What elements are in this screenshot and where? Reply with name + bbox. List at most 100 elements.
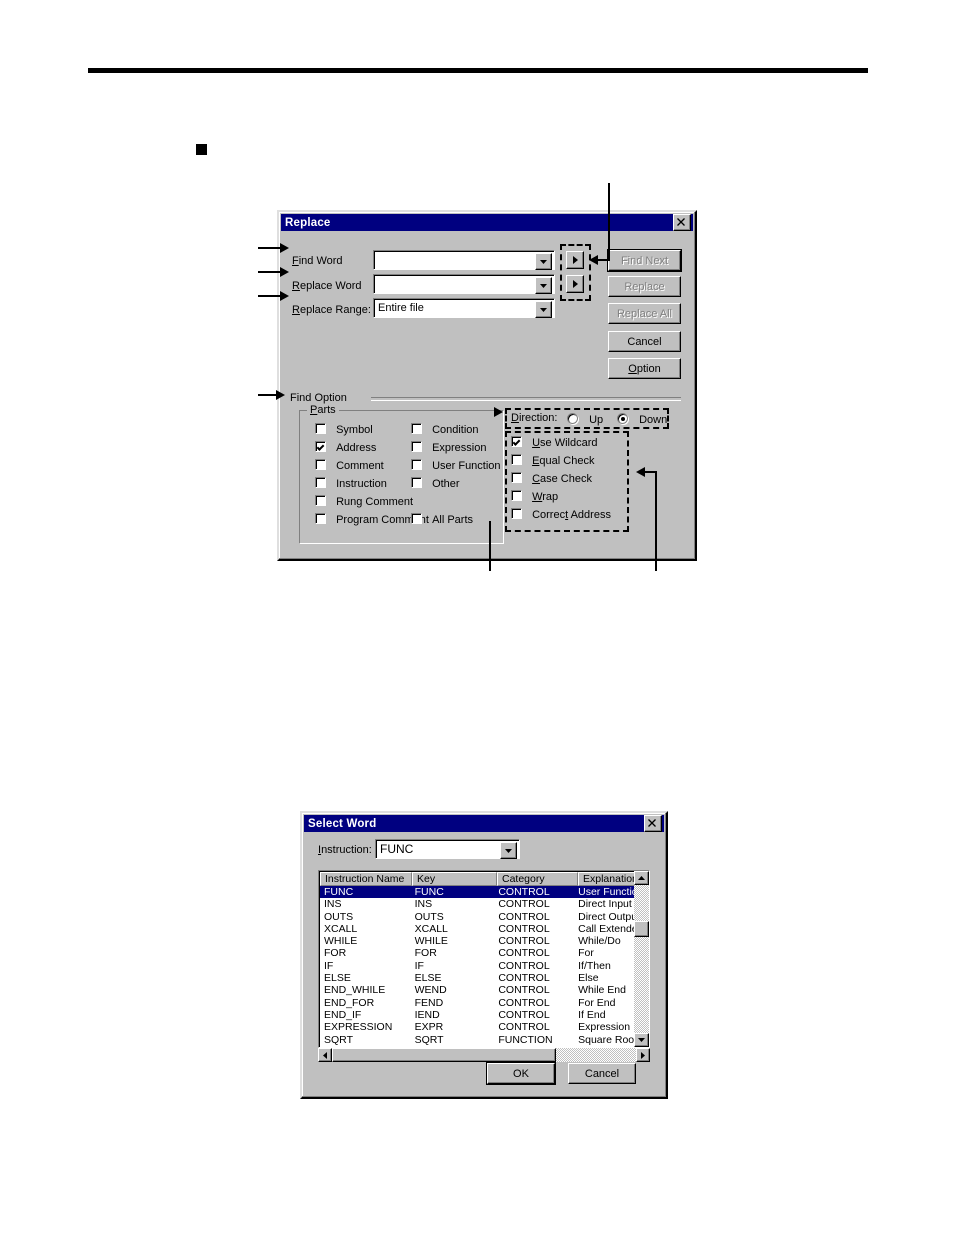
instruction-checkbox[interactable] bbox=[315, 477, 326, 488]
cell-category: CONTROL bbox=[498, 1008, 550, 1021]
user-function-label: User Function bbox=[432, 460, 501, 472]
case-check-checkbox[interactable] bbox=[511, 472, 522, 483]
replace-word-input[interactable] bbox=[373, 274, 555, 294]
checkbox-row-comment[interactable]: Comment bbox=[315, 459, 384, 472]
address-checkbox[interactable] bbox=[315, 441, 326, 452]
chevron-down-icon[interactable] bbox=[535, 253, 552, 270]
replace-all-button[interactable]: Replace All bbox=[608, 303, 681, 324]
table-row[interactable]: XCALL XCALL CONTROL Call Extended bbox=[320, 923, 648, 935]
header-rule bbox=[88, 68, 868, 73]
select-word-dialog: Select Word Instruction: FUNC Instructio… bbox=[300, 811, 668, 1099]
find-word-input[interactable] bbox=[373, 250, 555, 270]
down-label: Down bbox=[639, 414, 668, 426]
checkbox-row-wrap[interactable]: Wrap bbox=[511, 490, 558, 503]
radio-row-down[interactable]: Down bbox=[617, 413, 667, 426]
find-next-button[interactable]: Find Next bbox=[607, 249, 682, 272]
chevron-down-icon[interactable] bbox=[535, 301, 552, 318]
replace-button[interactable]: Replace bbox=[608, 276, 681, 297]
table-row[interactable]: IF IF CONTROL If/Then bbox=[320, 960, 648, 972]
checkbox-row-other[interactable]: Other bbox=[411, 477, 460, 490]
checkbox-row-case-check[interactable]: Case Check bbox=[511, 472, 592, 485]
list-horizontal-scrollbar[interactable] bbox=[318, 1048, 650, 1062]
cancel-button[interactable]: Cancel bbox=[608, 331, 681, 352]
correct-address-checkbox[interactable] bbox=[511, 508, 522, 519]
other-label: Other bbox=[432, 478, 460, 490]
down-radio[interactable] bbox=[617, 413, 628, 424]
callout-arrow-replace-word bbox=[280, 267, 289, 277]
checkbox-row-equal-check[interactable]: Equal Check bbox=[511, 454, 594, 467]
option-button[interactable]: Option bbox=[608, 358, 681, 379]
checkbox-row-expression[interactable]: Expression bbox=[411, 441, 486, 454]
replace-range-select[interactable]: Entire file bbox=[373, 298, 555, 318]
wrap-checkbox[interactable] bbox=[511, 490, 522, 501]
checkbox-row-correct-address[interactable]: Correct Address bbox=[511, 508, 611, 521]
other-checkbox[interactable] bbox=[411, 477, 422, 488]
table-row[interactable]: WHILE WHILE CONTROL While/Do bbox=[320, 935, 648, 947]
scroll-down-button[interactable] bbox=[634, 1033, 649, 1047]
checkbox-row-condition[interactable]: Condition bbox=[411, 423, 479, 436]
cell-key: IEND bbox=[414, 1008, 440, 1021]
checkbox-row-rung-comment[interactable]: Rung Comment bbox=[315, 495, 413, 508]
checkbox-row-use-wildcard[interactable]: Use Wildcard bbox=[511, 436, 597, 449]
table-row[interactable]: OUTS OUTS CONTROL Direct Output S bbox=[320, 911, 648, 923]
list-vertical-scrollbar[interactable] bbox=[634, 871, 649, 1047]
select-word-title-text: Select Word bbox=[308, 817, 377, 830]
column-header-key[interactable]: Key bbox=[412, 872, 497, 886]
radio-row-up[interactable]: Up bbox=[567, 413, 603, 426]
table-row[interactable]: END_IF IEND CONTROL If End bbox=[320, 1009, 648, 1021]
callout-line-find-word bbox=[258, 247, 282, 249]
ok-button[interactable]: OK bbox=[486, 1062, 556, 1085]
cell-name: XCALL bbox=[324, 922, 358, 935]
table-row[interactable]: EXPRESSION EXPR CONTROL Expression bbox=[320, 1021, 648, 1033]
up-radio[interactable] bbox=[567, 413, 578, 424]
checkbox-row-symbol[interactable]: Symbol bbox=[315, 423, 373, 436]
close-icon[interactable] bbox=[644, 815, 662, 832]
program-comment-checkbox[interactable] bbox=[315, 513, 326, 524]
comment-checkbox[interactable] bbox=[315, 459, 326, 470]
cell-category: CONTROL bbox=[498, 1021, 550, 1034]
table-row[interactable]: END_FOR FEND CONTROL For End bbox=[320, 997, 648, 1009]
rung-comment-checkbox[interactable] bbox=[315, 495, 326, 506]
instruction-list[interactable]: Instruction Name Key Category Explanatio… bbox=[318, 870, 650, 1048]
expression-checkbox[interactable] bbox=[411, 441, 422, 452]
callout-line-browse-vertical bbox=[608, 183, 610, 260]
checkbox-row-instruction[interactable]: Instruction bbox=[315, 477, 387, 490]
checkbox-row-address[interactable]: Address bbox=[315, 441, 376, 454]
instruction-combo[interactable]: FUNC bbox=[375, 839, 520, 859]
chevron-down-icon[interactable] bbox=[535, 277, 552, 294]
table-row[interactable]: INS INS CONTROL Direct Input St bbox=[320, 898, 648, 910]
callout-line-replace-word bbox=[258, 271, 282, 273]
list-rows-container[interactable]: FUNC FUNC CONTROL User Function INS INS CONTRO… bbox=[320, 886, 648, 1046]
callout-line-options-vertical bbox=[655, 472, 657, 571]
column-header-instruction-name[interactable]: Instruction Name bbox=[320, 872, 412, 886]
table-row[interactable]: FUNC FUNC CONTROL User Function bbox=[320, 886, 648, 899]
expression-label: Expression bbox=[432, 442, 487, 454]
callout-line-find-option bbox=[258, 394, 278, 396]
all-parts-checkbox[interactable] bbox=[411, 513, 422, 524]
checkbox-row-all-parts[interactable]: All Parts bbox=[411, 513, 473, 526]
cell-key: FOR bbox=[414, 947, 437, 960]
column-header-explanation[interactable]: Explanation bbox=[578, 872, 637, 886]
replace-range-value: Entire file bbox=[378, 302, 424, 314]
close-icon[interactable] bbox=[673, 214, 691, 231]
condition-checkbox[interactable] bbox=[411, 423, 422, 434]
scroll-left-button[interactable] bbox=[318, 1048, 332, 1062]
table-row[interactable]: FOR FOR CONTROL For bbox=[320, 947, 648, 959]
scroll-up-button[interactable] bbox=[634, 871, 649, 885]
scroll-right-button[interactable] bbox=[636, 1048, 650, 1062]
scroll-thumb[interactable] bbox=[634, 921, 649, 937]
user-function-checkbox[interactable] bbox=[411, 459, 422, 470]
use-wildcard-checkbox[interactable] bbox=[511, 436, 522, 447]
browse-buttons-annotation-box bbox=[560, 244, 591, 301]
equal-check-checkbox[interactable] bbox=[511, 454, 522, 465]
table-row[interactable]: ELSE ELSE CONTROL Else bbox=[320, 972, 648, 984]
column-header-category[interactable]: Category bbox=[497, 872, 578, 886]
checkbox-row-user-function[interactable]: User Function bbox=[411, 459, 501, 472]
cancel-button[interactable]: Cancel bbox=[568, 1063, 636, 1084]
table-row[interactable]: SQRT SQRT FUNCTION Square Root bbox=[320, 1034, 648, 1046]
h-scroll-thumb[interactable] bbox=[332, 1048, 556, 1062]
table-row[interactable]: END_WHILE WEND CONTROL While End bbox=[320, 984, 648, 996]
cell-category: CONTROL bbox=[498, 935, 550, 948]
chevron-down-icon[interactable] bbox=[500, 842, 517, 859]
symbol-checkbox[interactable] bbox=[315, 423, 326, 434]
